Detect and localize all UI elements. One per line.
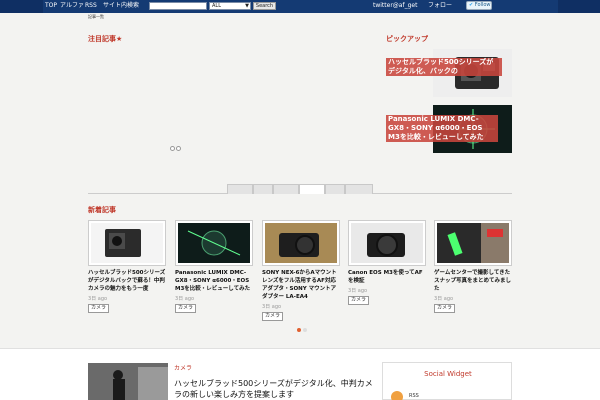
article-card[interactable]: Panasonic LUMIX DMC-GX8・SONY α6000・EOS M… <box>175 220 253 313</box>
card-image[interactable] <box>88 220 166 266</box>
game-center-image <box>447 223 509 263</box>
article-list-note[interactable]: 記事一覧 <box>88 14 104 20</box>
search-button[interactable]: Search <box>253 2 276 10</box>
card-time: 3日 ago <box>348 288 368 294</box>
site-label[interactable]: アルファ <box>60 2 84 10</box>
slider-dots <box>170 146 182 153</box>
article-card[interactable]: Canon EOS M3を使ってAFを検証 3日 ago カメラ <box>348 220 426 305</box>
card-image[interactable] <box>262 220 340 266</box>
follow-button[interactable]: ✔ Follow <box>466 1 492 10</box>
carousel-dot[interactable] <box>303 328 307 332</box>
card-time: 3日 ago <box>88 296 108 302</box>
follow-button-label: Follow <box>474 2 491 8</box>
card-title[interactable]: ゲームセンターで撮影してきたスナップ写真をまとめてみました <box>434 269 512 293</box>
card-image[interactable] <box>434 220 512 266</box>
new-articles-heading: 新着記事 <box>88 206 116 214</box>
card-title[interactable]: SONY NEX-6からAマウントレンズをフル活用するAF対応アダプタ・SONY… <box>262 269 340 301</box>
photo-image <box>88 363 168 400</box>
search-label: サイト内検索 <box>103 2 140 9</box>
twitter-handle[interactable]: twitter@af_get <box>373 2 417 10</box>
chevron-down-icon: ▼ <box>245 3 249 9</box>
slider-tab[interactable] <box>325 184 345 194</box>
social-widget: Social Widget RSS <box>382 362 512 400</box>
search-scope-select[interactable]: ALL ▼ <box>209 2 251 10</box>
camera-image <box>279 233 319 257</box>
camera-image <box>367 233 405 257</box>
search-input[interactable] <box>149 2 207 10</box>
card-category-tag[interactable]: カメラ <box>262 312 284 321</box>
rss-link[interactable]: RSS <box>85 2 97 10</box>
card-category-tag[interactable]: カメラ <box>88 304 110 313</box>
camera-image <box>105 229 141 257</box>
slider-tab[interactable] <box>345 184 373 194</box>
article-card[interactable]: SONY NEX-6からAマウントレンズをフル活用するAF対応アダプタ・SONY… <box>262 220 340 321</box>
rss-icon[interactable] <box>391 391 403 400</box>
pickup-label-2[interactable]: Panasonic LUMIX DMC-GX8・SONY α6000・EOS M… <box>386 115 498 142</box>
carousel-dot-active[interactable] <box>297 328 301 332</box>
card-time: 3日 ago <box>262 304 282 310</box>
slider-dot[interactable] <box>170 146 175 151</box>
slider-tab[interactable] <box>227 184 253 194</box>
article-card[interactable]: ゲームセンターで撮影してきたスナップ写真をまとめてみました 3日 ago カメラ <box>434 220 512 313</box>
latest-article-tag[interactable]: カメラ <box>174 363 192 372</box>
slider-dot[interactable] <box>176 146 181 151</box>
twitter-bird-icon: ✔ <box>469 2 474 8</box>
social-widget-title: Social Widget <box>424 370 472 378</box>
latest-article-image[interactable] <box>88 363 168 400</box>
carousel-dots <box>297 327 309 334</box>
card-title[interactable]: Canon EOS M3を使ってAFを検証 <box>348 269 426 285</box>
slider-tab-active[interactable] <box>299 184 325 194</box>
top-link[interactable]: TOP <box>45 2 57 10</box>
slider-tab[interactable] <box>273 184 299 194</box>
card-category-tag[interactable]: カメラ <box>434 304 456 313</box>
card-time: 3日 ago <box>434 296 454 302</box>
search-scope-value: ALL <box>212 3 221 9</box>
pickup-label-1[interactable]: ハッセルブラッド500シリーズがデジタル化、バックの <box>386 58 502 76</box>
article-card[interactable]: ハッセルブラッド500シリーズがデジタルバックで蘇る！中判カメラの魅力をもう一度… <box>88 220 166 313</box>
card-image[interactable] <box>348 220 426 266</box>
latest-article-title[interactable]: ハッセルブラッド500シリーズがデジタル化、中判カメラの新しい楽しみ方を提案しま… <box>174 378 374 400</box>
top-bar-inner: TOP アルファ RSS サイト内検索 ALL ▼ Search twitter… <box>43 0 558 13</box>
card-category-tag[interactable]: カメラ <box>175 304 197 313</box>
card-category-tag[interactable]: カメラ <box>348 296 370 305</box>
slider-tab[interactable] <box>253 184 273 194</box>
card-title[interactable]: ハッセルブラッド500シリーズがデジタルバックで蘇る！中判カメラの魅力をもう一度 <box>88 269 166 293</box>
card-image[interactable] <box>175 220 253 266</box>
card-title[interactable]: Panasonic LUMIX DMC-GX8・SONY α6000・EOS M… <box>175 269 253 293</box>
card-time: 3日 ago <box>175 296 195 302</box>
camera-image <box>187 230 241 256</box>
follow-text: フォロー <box>428 2 453 9</box>
rss-label[interactable]: RSS <box>409 393 419 399</box>
pickup-heading: ピックアップ <box>386 35 428 43</box>
featured-heading: 注目記事★ <box>88 35 123 43</box>
